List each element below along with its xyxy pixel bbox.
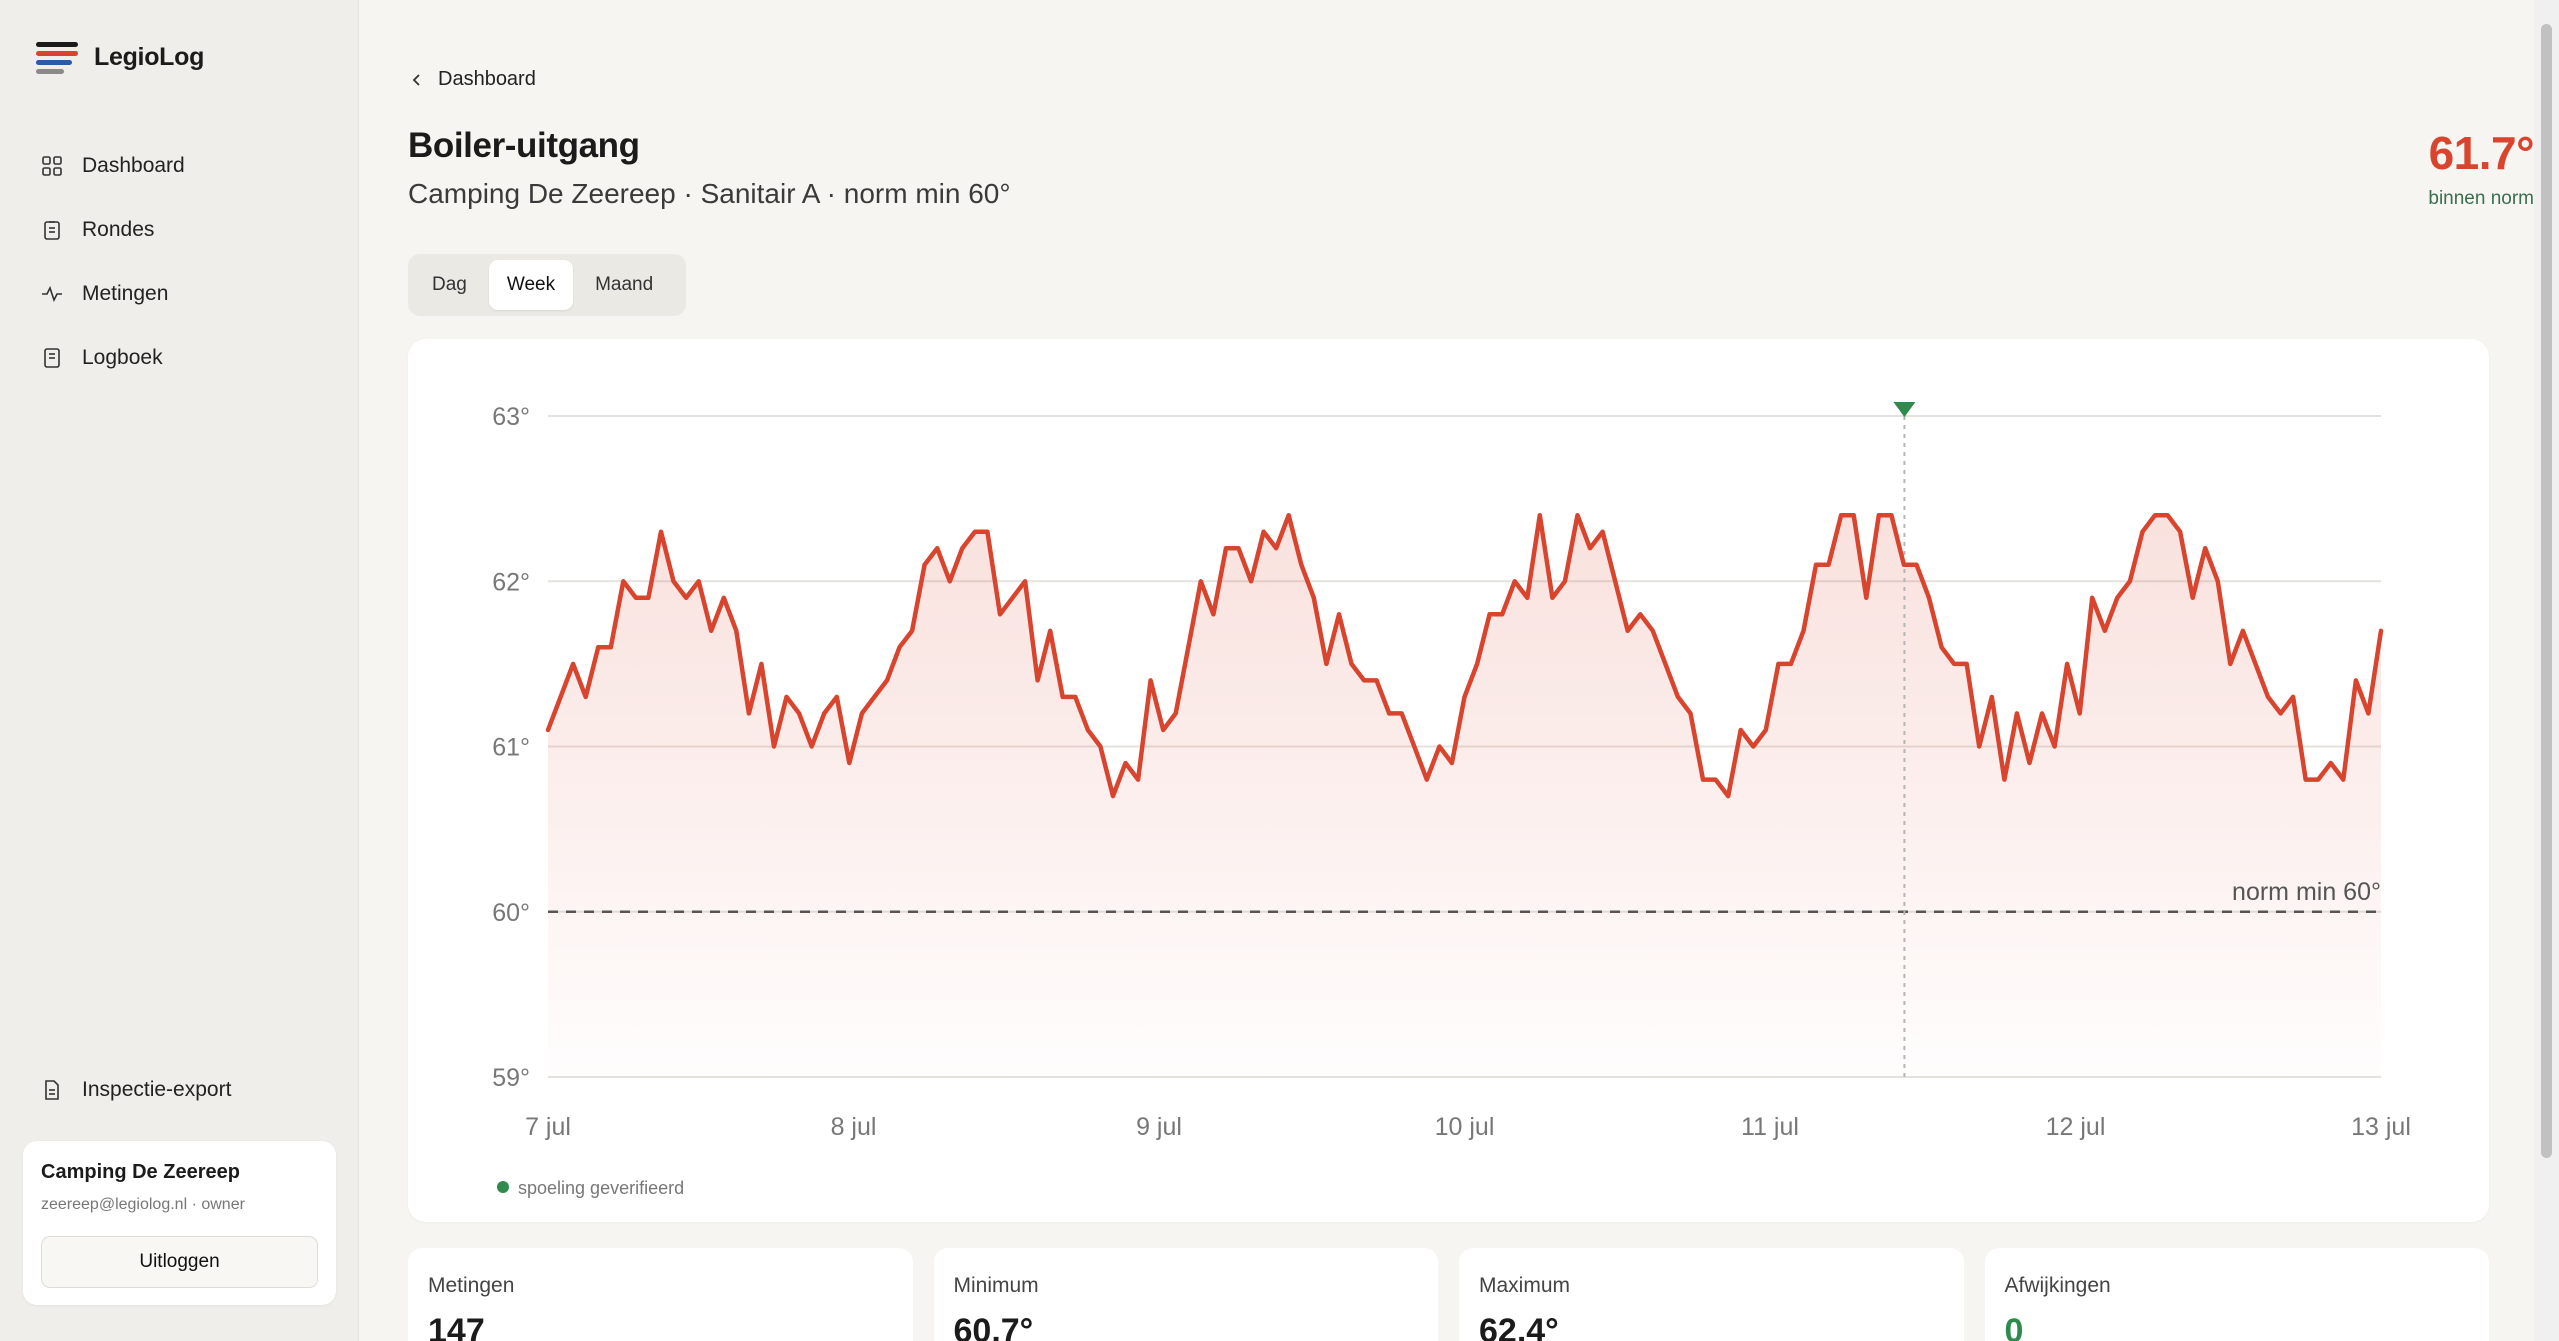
sidebar-item-metingen[interactable]: Metingen — [40, 262, 340, 326]
sidebar-item-dashboard[interactable]: Dashboard — [40, 134, 340, 198]
stat-value: 147 — [428, 1312, 485, 1341]
stats-row: Metingen 147 Minimum 60.7° Maximum 62.4°… — [408, 1248, 2489, 1341]
stat-value: 0 — [2004, 1312, 2024, 1341]
app-name: LegioLog — [94, 42, 205, 71]
scrollbar-thumb[interactable] — [2541, 24, 2552, 1158]
sidebar-item-label: Logboek — [82, 346, 163, 369]
page-scrollbar[interactable] — [2534, 0, 2559, 1341]
stat-label: Minimum — [953, 1274, 1039, 1297]
y-tick-label: 60° — [492, 899, 530, 927]
x-tick-label: 11 jul — [1741, 1113, 1799, 1141]
stat-label: Metingen — [428, 1274, 515, 1297]
temperature-chart: norm min 60° 63° 62° 61° 60° 59° 7 jul 8 jul 9 … — [492, 402, 2411, 1198]
main-content: Dashboard Boiler-uitgang Camping De Zeer… — [360, 0, 2535, 1341]
page-subtitle: Camping De Zeereep · Sanitair A · norm m… — [408, 178, 1011, 209]
period-tabs: Dag Week Maand — [408, 254, 686, 316]
tab-maand[interactable]: Maand — [577, 260, 671, 310]
x-tick-label: 13 jul — [2351, 1113, 2411, 1141]
logout-button[interactable]: Uitloggen — [41, 1236, 318, 1288]
sidebar: LegioLog Dashboard Rondes Metingen Logbo… — [0, 0, 359, 1341]
stat-label: Afwijkingen — [2004, 1274, 2111, 1297]
sidebar-nav: Dashboard Rondes Metingen Logboek — [40, 134, 340, 390]
y-tick-label: 61° — [492, 734, 530, 762]
brand[interactable]: LegioLog — [36, 40, 204, 74]
stat-card-metingen: Metingen 147 — [408, 1248, 913, 1341]
grid-icon — [42, 156, 62, 176]
stat-value: 60.7° — [953, 1312, 1034, 1341]
page-title: Boiler-uitgang — [408, 126, 640, 165]
threshold-label: norm min 60° — [2232, 878, 2381, 906]
sidebar-item-label: Rondes — [82, 218, 155, 241]
series-area — [548, 515, 2381, 1077]
breadcrumb-label: Dashboard — [438, 68, 536, 90]
logo-icon — [36, 40, 78, 74]
account-email: zeereep@legiolog.nl · owner — [41, 1196, 245, 1213]
account-name: Camping De Zeereep — [41, 1161, 240, 1183]
legend-label: spoeling geverifieerd — [518, 1178, 684, 1198]
sidebar-item-label: Dashboard — [82, 154, 185, 177]
y-tick-label: 62° — [492, 568, 530, 596]
sidebar-item-rondes[interactable]: Rondes — [40, 198, 340, 262]
status-badge: binnen norm — [2428, 188, 2534, 209]
flush-marker-triangle — [1893, 402, 1916, 417]
stat-card-afwijkingen: Afwijkingen 0 — [1984, 1248, 2489, 1341]
x-tick-label: 7 jul — [525, 1113, 571, 1141]
breadcrumb-back[interactable]: Dashboard — [410, 68, 536, 91]
document-icon — [45, 1080, 59, 1100]
y-tick-label: 63° — [492, 403, 530, 431]
clipboard-icon — [44, 221, 60, 240]
tab-dag[interactable]: Dag — [414, 260, 485, 310]
stat-card-minimum: Minimum 60.7° — [933, 1248, 1438, 1341]
sidebar-item-logboek[interactable]: Logboek — [40, 326, 340, 390]
temperature-chart-card: norm min 60° 63° 62° 61° 60° 59° 7 jul 8 jul 9 … — [408, 339, 2489, 1222]
account-card: Camping De Zeereep zeereep@legiolog.nl ·… — [23, 1141, 336, 1305]
tab-week[interactable]: Week — [488, 260, 574, 310]
activity-icon — [42, 285, 62, 303]
current-temperature: 61.7° — [2428, 127, 2535, 179]
x-tick-label: 10 jul — [1435, 1113, 1495, 1141]
inspection-export-link[interactable]: Inspectie-export — [40, 1078, 231, 1102]
x-tick-label: 9 jul — [1136, 1113, 1182, 1141]
y-tick-label: 59° — [492, 1064, 530, 1092]
stat-value: 62.4° — [1479, 1312, 1559, 1341]
stat-card-maximum: Maximum 62.4° — [1459, 1248, 1964, 1341]
export-label: Inspectie-export — [82, 1078, 232, 1101]
book-icon — [44, 348, 60, 368]
chevron-left-icon — [412, 73, 420, 86]
sidebar-item-label: Metingen — [82, 282, 169, 305]
legend-dot — [497, 1181, 509, 1193]
x-tick-label: 8 jul — [831, 1113, 877, 1141]
x-tick-label: 12 jul — [2046, 1113, 2106, 1141]
stat-label: Maximum — [1479, 1274, 1571, 1297]
